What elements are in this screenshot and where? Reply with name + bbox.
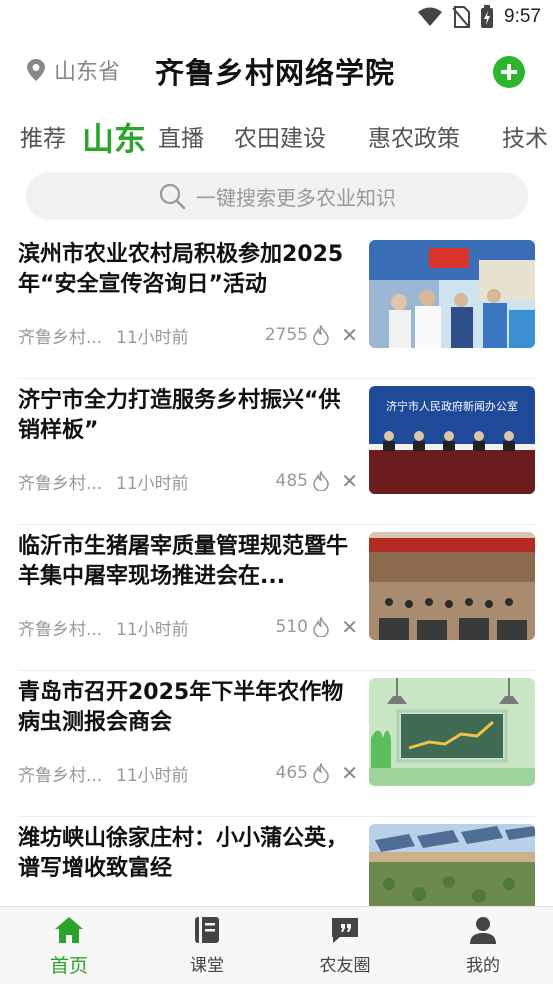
- news-title: 潍坊峡山徐家庄村：小小蒲公英，谱写增收致富经: [18, 826, 349, 881]
- category-tabs: 推荐 山东 直播 农田建设 惠农政策 技术: [0, 112, 553, 166]
- flame-icon: [313, 763, 329, 783]
- dismiss-close-icon[interactable]: ✕: [341, 615, 358, 639]
- news-source: 齐鲁乡村...: [18, 765, 103, 786]
- home-icon: [55, 917, 83, 943]
- news-source: 齐鲁乡村...: [18, 473, 103, 494]
- news-hot-count: 465: [276, 763, 330, 783]
- search-icon: [159, 183, 186, 210]
- tab-technology[interactable]: 技术: [502, 112, 548, 166]
- tab-recommend[interactable]: 推荐: [20, 112, 66, 166]
- tab-classroom-label: 课堂: [190, 956, 224, 976]
- hot-count-value: 2755: [264, 325, 308, 345]
- news-meta: 齐鲁乡村... 11小时前 2755 ✕: [18, 322, 358, 348]
- tab-policy[interactable]: 惠农政策: [368, 112, 460, 166]
- dismiss-close-icon[interactable]: ✕: [341, 761, 358, 785]
- news-thumbnail: [369, 824, 535, 908]
- tab-community[interactable]: 农友圈: [276, 915, 414, 976]
- news-item[interactable]: 潍坊峡山徐家庄村：小小蒲公英，谱写增收致富经: [18, 816, 535, 908]
- app-title: 齐鲁乡村网络学院: [155, 56, 396, 90]
- news-meta: 齐鲁乡村... 11小时前 465 ✕: [18, 760, 358, 786]
- tab-home-label: 首页: [49, 955, 88, 977]
- news-thumbnail: 济宁市人民政府新闻办公室: [369, 386, 535, 494]
- user-icon: [470, 917, 496, 944]
- news-time: 11小时前: [116, 327, 189, 348]
- hot-count-value: 510: [275, 617, 308, 637]
- search-placeholder: 一键搜索更多农业知识: [196, 185, 396, 210]
- news-meta: 齐鲁乡村... 11小时前 485 ✕: [18, 468, 358, 494]
- wifi-icon: [418, 7, 443, 26]
- location-label: 山东省: [54, 60, 121, 85]
- news-time: 11小时前: [116, 473, 189, 494]
- news-time: 11小时前: [116, 765, 189, 786]
- news-title: 青岛市召开2025年下半年农作物病虫测报会商会: [18, 680, 344, 735]
- flame-icon: [313, 617, 329, 637]
- news-hot-count: 510: [276, 617, 330, 637]
- status-bar: 9:57: [0, 0, 553, 38]
- plus-icon: [501, 64, 517, 80]
- tab-shandong[interactable]: 山东: [82, 112, 146, 166]
- news-source: 齐鲁乡村...: [18, 327, 103, 348]
- news-hot-count: 485: [276, 471, 330, 491]
- status-time: 9:57: [504, 6, 541, 27]
- news-thumbnail: [369, 678, 535, 786]
- tab-classroom[interactable]: 课堂: [138, 915, 276, 976]
- news-time: 11小时前: [116, 619, 189, 640]
- news-title: 滨州市农业农村局积极参加2025年“安全宣传咨询日”活动: [18, 242, 344, 297]
- battery-charging-icon: [481, 5, 494, 28]
- tab-community-label: 农友圈: [319, 956, 371, 976]
- chat-quote-icon: [332, 918, 358, 943]
- news-thumbnail: [369, 532, 535, 640]
- dismiss-close-icon[interactable]: ✕: [341, 323, 358, 347]
- add-button[interactable]: [493, 56, 525, 88]
- hot-count-value: 465: [275, 763, 308, 783]
- news-item[interactable]: 青岛市召开2025年下半年农作物病虫测报会商会 齐鲁乡村... 11小时前 46…: [18, 670, 535, 817]
- tab-profile[interactable]: 我的: [414, 915, 552, 976]
- book-icon: [195, 917, 219, 943]
- hot-count-value: 485: [275, 471, 308, 491]
- news-item[interactable]: 临沂市生猪屠宰质量管理规范暨牛羊集中屠宰现场推进会在... 齐鲁乡村... 11…: [18, 524, 535, 671]
- dismiss-close-icon[interactable]: ✕: [341, 469, 358, 493]
- news-source: 齐鲁乡村...: [18, 619, 103, 640]
- news-hot-count: 2755: [265, 325, 330, 345]
- news-title: 临沂市生猪屠宰质量管理规范暨牛羊集中屠宰现场推进会在...: [18, 534, 349, 589]
- tab-farmland[interactable]: 农田建设: [234, 112, 326, 166]
- news-title: 济宁市全力打造服务乡村振兴“供销样板”: [18, 388, 341, 443]
- location-pin-icon: [27, 59, 45, 81]
- news-feed: 滨州市农业农村局积极参加2025年“安全宣传咨询日”活动 齐鲁乡村... 11小…: [0, 232, 553, 908]
- flame-icon: [313, 471, 329, 491]
- news-meta: 齐鲁乡村... 11小时前 510 ✕: [18, 614, 358, 640]
- thumb-banner-text: 济宁市人民政府新闻办公室: [386, 399, 518, 413]
- news-thumbnail: [369, 240, 535, 348]
- news-item[interactable]: 济宁市全力打造服务乡村振兴“供销样板” 齐鲁乡村... 11小时前 485 ✕ …: [18, 378, 535, 525]
- header: 山东省 齐鲁乡村网络学院: [0, 40, 553, 104]
- tab-profile-label: 我的: [466, 956, 500, 976]
- news-item[interactable]: 滨州市农业农村局积极参加2025年“安全宣传咨询日”活动 齐鲁乡村... 11小…: [18, 232, 535, 379]
- tab-live[interactable]: 直播: [158, 112, 204, 166]
- status-icons: 9:57: [418, 5, 541, 29]
- tab-home[interactable]: 首页: [0, 915, 138, 978]
- search-input[interactable]: 一键搜索更多农业知识: [26, 172, 528, 220]
- bottom-tab-bar: 首页 课堂 农友圈 我的: [0, 906, 553, 984]
- flame-icon: [313, 325, 329, 345]
- location-selector[interactable]: 山东省: [26, 54, 120, 86]
- no-sim-icon: [452, 6, 471, 28]
